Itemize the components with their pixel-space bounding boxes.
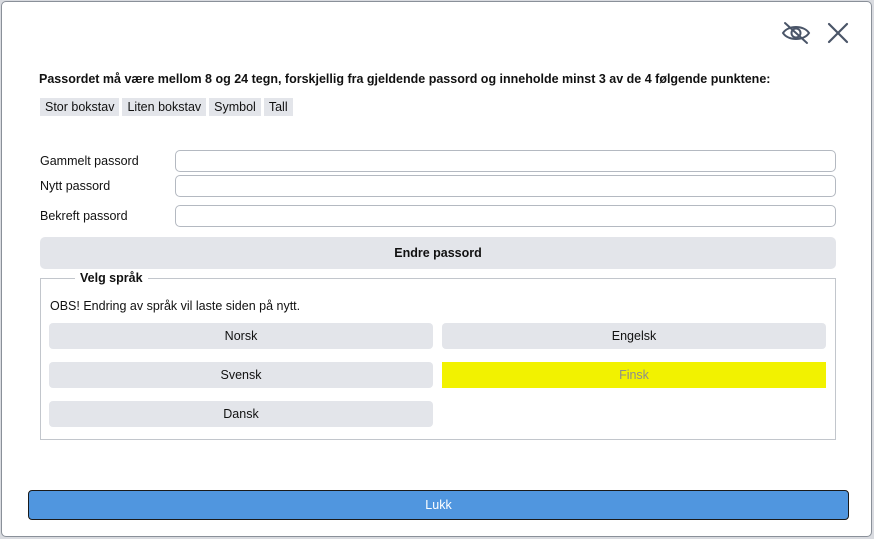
language-notice: OBS! Endring av språk vil laste siden på… — [50, 299, 301, 313]
confirm-password-label: Bekreft passord — [40, 209, 128, 223]
dialog-top-icons — [781, 19, 853, 47]
confirm-password-input[interactable] — [175, 205, 836, 227]
old-password-label: Gammelt passord — [40, 154, 139, 168]
language-option-dansk[interactable]: Dansk — [49, 401, 433, 427]
eye-slash-icon[interactable] — [781, 19, 811, 47]
requirement-chip-uppercase: Stor bokstav — [40, 98, 120, 116]
password-requirements: Stor bokstav Liten bokstav Symbol Tall — [40, 98, 293, 116]
old-password-input[interactable] — [175, 150, 836, 172]
requirement-chip-lowercase: Liten bokstav — [122, 98, 207, 116]
change-password-dialog: Passordet må være mellom 8 og 24 tegn, f… — [1, 1, 872, 537]
new-password-input[interactable] — [175, 175, 836, 197]
language-option-svensk[interactable]: Svensk — [49, 362, 433, 388]
requirement-chip-number: Tall — [263, 98, 293, 116]
language-option-engelsk[interactable]: Engelsk — [442, 323, 826, 349]
close-button[interactable]: Lukk — [28, 490, 849, 520]
close-icon[interactable] — [823, 19, 853, 47]
language-legend: Velg språk — [80, 271, 143, 285]
language-option-norsk[interactable]: Norsk — [49, 323, 433, 349]
new-password-label: Nytt passord — [40, 179, 111, 193]
language-option-finsk[interactable]: Finsk — [442, 362, 826, 388]
requirement-chip-symbol: Symbol — [209, 98, 261, 116]
change-password-button[interactable]: Endre passord — [40, 237, 836, 269]
password-rules-text: Passordet må være mellom 8 og 24 tegn, f… — [39, 72, 771, 86]
